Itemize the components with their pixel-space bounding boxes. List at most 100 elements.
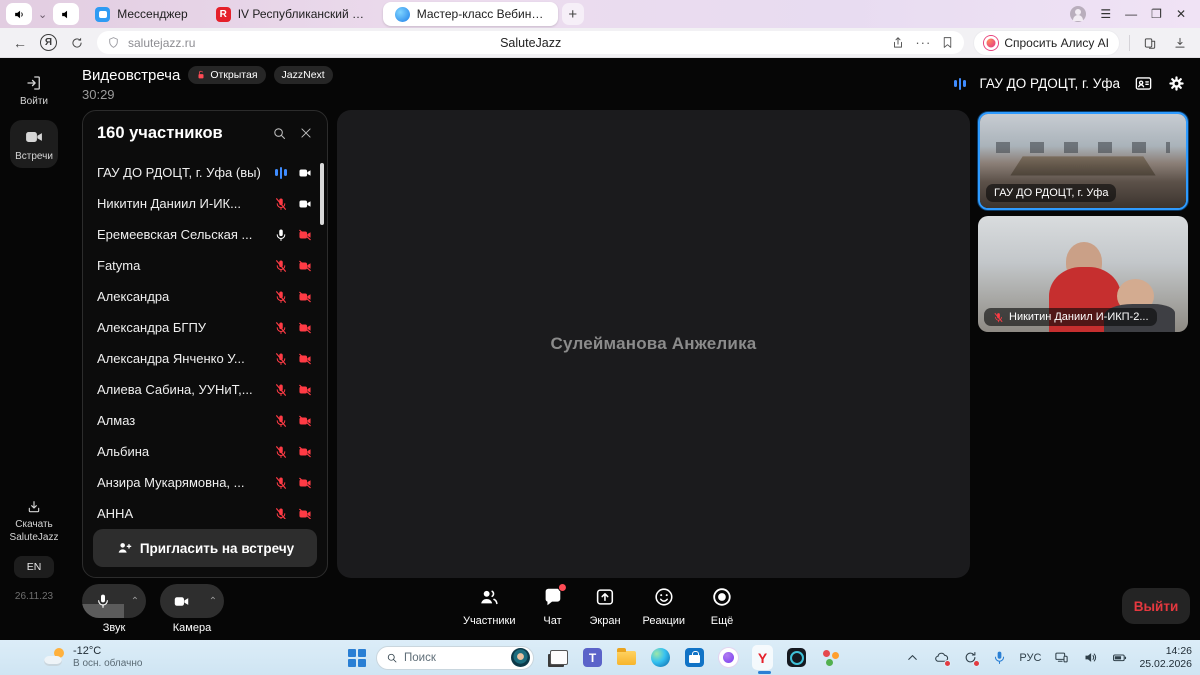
battery-icon[interactable]	[1110, 649, 1128, 667]
browser-menu-icon[interactable]: ☰	[1100, 7, 1111, 21]
refresh-button[interactable]	[67, 33, 87, 53]
ask-alice-button[interactable]: Спросить Алису AI	[974, 31, 1119, 55]
cam-status-icon	[297, 413, 313, 429]
participants-list[interactable]: ГАУ ДО РДОЦТ, г. Уфа (вы) Никитин Даниил…	[83, 155, 327, 519]
chat-button[interactable]: Чат	[538, 583, 568, 627]
participant-row[interactable]: Алмаз	[97, 405, 313, 436]
tab-messenger[interactable]: Мессенджер	[83, 2, 199, 26]
chat-icon	[538, 583, 568, 611]
alice-app-icon[interactable]	[718, 647, 739, 668]
taskbar-clock[interactable]: 14:26 25.02.2026	[1139, 645, 1192, 670]
camera-options-chevron-icon[interactable]: ⌃	[202, 596, 224, 607]
participant-row[interactable]: Fatyma	[97, 250, 313, 281]
new-tab-button[interactable]: +	[562, 3, 584, 25]
restore-button[interactable]: ❐	[1151, 7, 1162, 21]
cam-status-icon	[297, 258, 313, 274]
leave-button[interactable]: Выйти	[1122, 588, 1190, 624]
participant-row[interactable]: Анзира Мукарямовна, ...	[97, 467, 313, 498]
person-add-icon	[116, 540, 132, 556]
search-placeholder: Поиск	[404, 652, 505, 664]
start-button[interactable]	[348, 649, 366, 667]
tab-webinar-active[interactable]: Мастер-класс Вебинар –	[383, 2, 558, 26]
salutejazz-app: Войти Встречи Скачать SaluteJazz EN 26.1…	[0, 58, 1200, 640]
screen-share-button[interactable]: Экран	[590, 583, 621, 627]
login-icon	[25, 74, 43, 92]
file-explorer-icon[interactable]	[616, 647, 637, 668]
sound-control[interactable]: ⌃ Звук	[82, 584, 146, 634]
video-thumbnail-active[interactable]: ГАУ ДО РДОЦТ, г. Уфа	[978, 112, 1188, 210]
participant-row[interactable]: Еремеевская Сельская ...	[97, 219, 313, 250]
participant-row[interactable]: Алиева Сабина, УУНиТ,...	[97, 374, 313, 405]
mic-status-icon	[273, 289, 289, 305]
microphone-active-icon[interactable]	[990, 649, 1008, 667]
tab-seminar[interactable]: R IV Республиканский сем	[204, 2, 379, 26]
screen: ⌄ Мессенджер R IV Республиканский сем Ма…	[0, 0, 1200, 675]
meetings-camera-icon	[24, 127, 44, 147]
meetings-nav-item[interactable]: Встречи	[10, 120, 58, 168]
close-button[interactable]: ✕	[1176, 7, 1186, 21]
language-indicator[interactable]: РУС	[1019, 652, 1041, 664]
close-panel-icon[interactable]	[299, 126, 313, 140]
reactions-button[interactable]: Реакции	[643, 583, 686, 627]
cloud-sync-icon[interactable]	[932, 649, 950, 667]
edge-icon[interactable]	[650, 647, 671, 668]
invite-label: Пригласить на встречу	[140, 541, 294, 556]
language-switch-button[interactable]: EN	[14, 556, 54, 578]
reactions-label: Реакции	[643, 615, 686, 627]
share-icon[interactable]	[891, 36, 905, 50]
camera-control[interactable]: ⌃ Камера	[160, 584, 224, 634]
speaking-indicator-icon	[275, 166, 287, 180]
bookmark-icon[interactable]	[941, 36, 954, 49]
cam-status-icon	[297, 382, 313, 398]
task-view-icon[interactable]	[548, 647, 569, 668]
chat-unread-badge	[558, 583, 567, 592]
participant-row[interactable]: Александра	[97, 281, 313, 312]
meeting-timer: 30:29	[82, 87, 115, 102]
participant-row[interactable]: Никитин Даниил И-ИК...	[97, 188, 313, 219]
settings-gear-icon[interactable]	[1167, 74, 1186, 93]
yandex-browser-icon[interactable]: Y	[752, 647, 773, 668]
login-button[interactable]: Войти	[0, 74, 68, 107]
video-thumbnail[interactable]: Никитин Даниил И-ИКП-2...	[978, 216, 1188, 332]
participant-name: Еремеевская Сельская ...	[97, 227, 265, 242]
tab-audio-pinned-2[interactable]	[53, 3, 79, 25]
participants-scrollbar[interactable]	[320, 163, 324, 225]
participants-button[interactable]: Участники	[463, 583, 516, 627]
record-sync-icon[interactable]	[961, 649, 979, 667]
profile-avatar[interactable]	[1070, 6, 1086, 22]
back-button[interactable]: ←	[10, 33, 30, 53]
hidden-icons-chevron[interactable]	[903, 649, 921, 667]
teams-icon[interactable]: T	[582, 647, 603, 668]
cam-status-icon	[297, 227, 313, 243]
participants-icon	[474, 583, 504, 611]
volume-icon[interactable]	[1081, 649, 1099, 667]
tab-audio-pinned[interactable]	[6, 3, 32, 25]
search-icon[interactable]	[272, 126, 287, 141]
sidebar-panels-icon[interactable]	[1140, 33, 1160, 53]
participant-row[interactable]: Александра Янченко У...	[97, 343, 313, 374]
cam-status-icon	[297, 165, 313, 181]
participant-row[interactable]: Александра БГПУ	[97, 312, 313, 343]
taskbar-search-input[interactable]: Поиск	[376, 646, 534, 670]
invite-button[interactable]: Пригласить на встречу	[93, 529, 317, 567]
recorder-app-icon[interactable]	[786, 647, 807, 668]
weather-widget[interactable]: -12°C В осн. облачно	[44, 645, 142, 669]
participant-name: АННА	[97, 506, 265, 519]
microsoft-store-icon[interactable]	[684, 647, 705, 668]
download-app-button[interactable]: Скачать SaluteJazz	[0, 499, 68, 544]
office-app-icon[interactable]	[820, 647, 841, 668]
omnibox-more-icon[interactable]: ···	[915, 35, 931, 50]
more-button[interactable]: Ещё	[707, 583, 737, 627]
alice-icon	[984, 36, 998, 50]
contact-card-icon[interactable]	[1134, 74, 1153, 93]
minimize-button[interactable]: —	[1125, 7, 1137, 21]
participant-row[interactable]: ГАУ ДО РДОЦТ, г. Уфа (вы)	[97, 157, 313, 188]
network-display-icon[interactable]	[1052, 649, 1070, 667]
participant-row[interactable]: АННА	[97, 498, 313, 519]
participant-row[interactable]: Альбина	[97, 436, 313, 467]
downloads-icon[interactable]	[1170, 33, 1190, 53]
sound-options-chevron-icon[interactable]: ⌃	[124, 596, 146, 607]
yandex-home-button[interactable]: Я	[40, 34, 57, 51]
chevron-down-icon[interactable]: ⌄	[36, 8, 49, 21]
address-bar[interactable]: salutejazz.ru SaluteJazz ···	[97, 31, 964, 54]
